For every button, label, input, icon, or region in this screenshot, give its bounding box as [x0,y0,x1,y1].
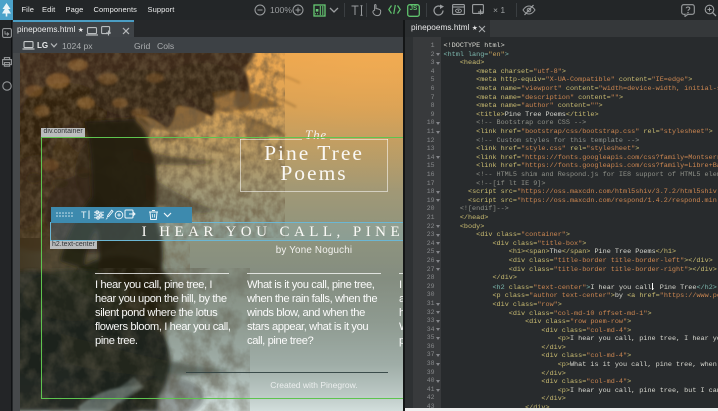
svg-text:T: T [81,210,87,220]
